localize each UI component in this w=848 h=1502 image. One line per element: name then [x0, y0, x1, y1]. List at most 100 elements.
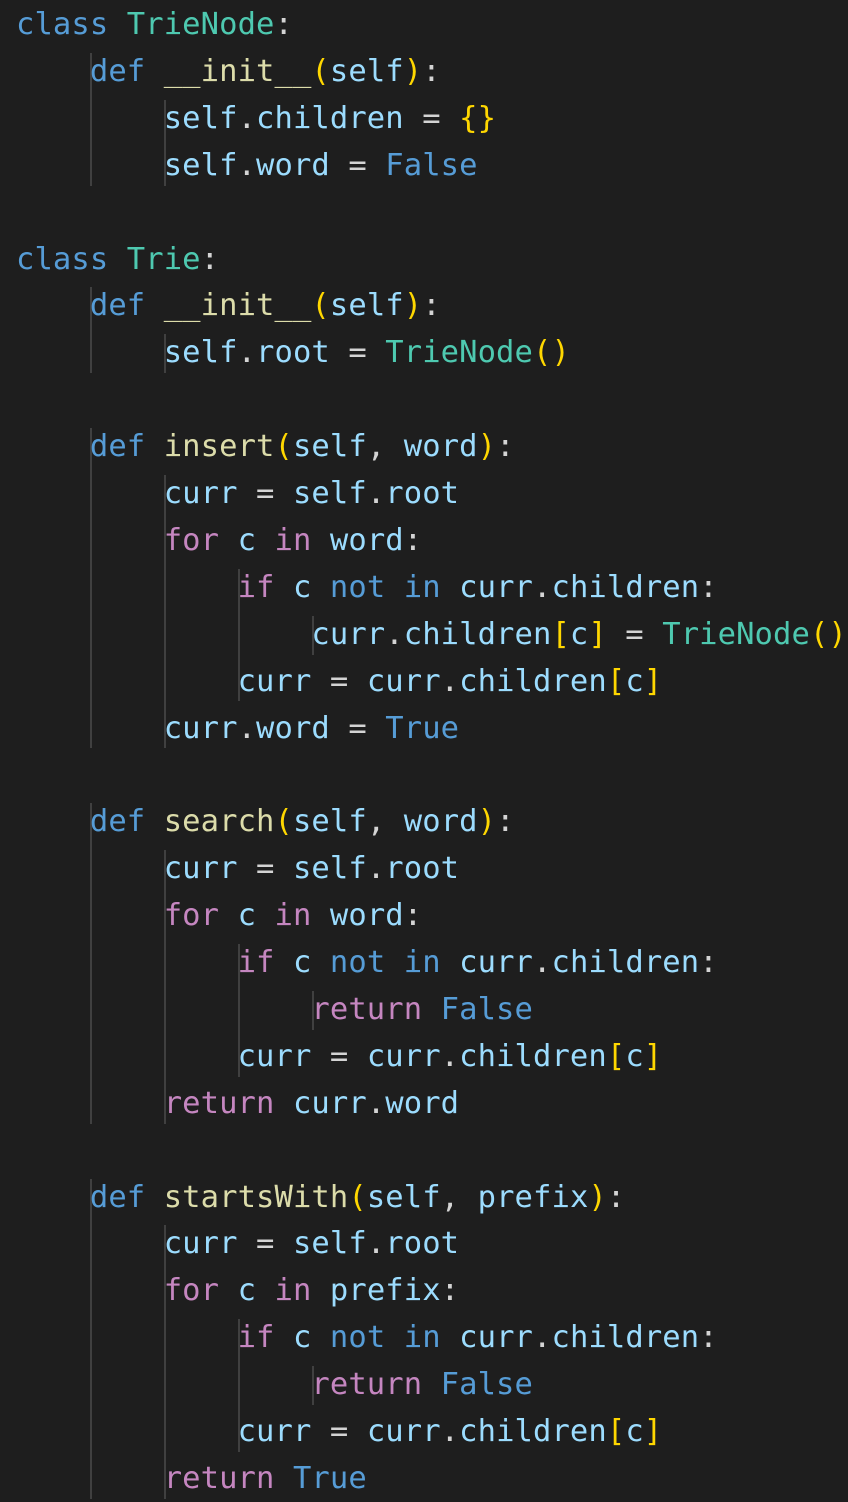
- code-token: not: [329, 569, 386, 605]
- code-line[interactable]: curr = curr.children[c]: [16, 659, 663, 705]
- code-line[interactable]: for c in word:: [16, 518, 422, 564]
- code-token: c: [237, 522, 257, 558]
- code-token: children: [551, 945, 700, 980]
- code-line[interactable]: return curr.word: [16, 1081, 459, 1127]
- code-token: :: [422, 53, 441, 89]
- code-token: =: [237, 1226, 293, 1262]
- code-token: (): [809, 616, 847, 652]
- code-line[interactable]: if c not in curr.children:: [16, 1315, 718, 1361]
- code-token: .: [237, 100, 257, 136]
- code-token: =: [329, 710, 386, 746]
- code-line[interactable]: curr.children[c] = TrieNode(): [16, 612, 847, 658]
- code-token: prefix: [329, 1273, 441, 1309]
- code-token: curr: [459, 1320, 534, 1356]
- code-line[interactable]: def __init__(self):: [16, 283, 441, 329]
- code-line[interactable]: curr = curr.children[c]: [16, 1034, 663, 1080]
- code-token: self: [292, 429, 367, 465]
- code-line[interactable]: curr = curr.children[c]: [16, 1409, 663, 1455]
- code-token: self: [292, 476, 367, 511]
- code-line[interactable]: return False: [16, 987, 533, 1033]
- code-line[interactable]: class TrieNode:: [16, 2, 293, 48]
- code-line[interactable]: return True: [16, 1456, 367, 1502]
- code-token: :: [699, 1320, 718, 1356]
- code-token: def: [89, 53, 146, 89]
- code-token: .: [533, 945, 552, 980]
- code-line[interactable]: self.children = {}: [16, 96, 496, 142]
- code-token: root: [256, 335, 330, 371]
- code-token: children: [403, 616, 552, 652]
- code-line[interactable]: self.word = False: [16, 143, 478, 189]
- code-token: word: [385, 1085, 460, 1121]
- code-line[interactable]: def startsWith(self, prefix):: [16, 1175, 625, 1221]
- code-token: curr: [237, 1414, 312, 1449]
- code-token: in: [403, 945, 441, 980]
- code-token: :: [200, 241, 220, 277]
- code-line[interactable]: for c in word:: [16, 893, 422, 939]
- code-token: return: [163, 1085, 275, 1121]
- code-token: =: [329, 147, 386, 183]
- code-token: .: [366, 1085, 386, 1121]
- code-token: def: [89, 1179, 146, 1215]
- code-token: self: [292, 851, 367, 887]
- code-token: __init__: [163, 53, 312, 89]
- code-token: c: [625, 1414, 644, 1449]
- code-token: return: [163, 1460, 275, 1496]
- code-token: .: [533, 569, 552, 605]
- code-token: curr: [366, 1414, 441, 1449]
- code-token: not: [329, 1320, 386, 1356]
- code-token: children: [256, 100, 404, 136]
- code-line[interactable]: self.root = TrieNode(): [16, 330, 570, 376]
- code-token: self: [366, 1179, 441, 1215]
- code-token: TrieNode: [662, 616, 810, 652]
- code-token: return: [311, 1367, 423, 1403]
- code-line[interactable]: def insert(self, word):: [16, 424, 515, 470]
- code-token: self: [163, 335, 238, 371]
- code-token: =: [403, 100, 460, 136]
- code-line[interactable]: if c not in curr.children:: [16, 940, 718, 986]
- code-token: class: [16, 7, 109, 42]
- code-token: children: [459, 663, 607, 699]
- code-token: [: [606, 663, 626, 699]
- code-token: .: [440, 1414, 460, 1449]
- code-line[interactable]: class Trie:: [16, 237, 219, 283]
- code-editor[interactable]: class TrieNode: def __init__(self): self…: [0, 0, 848, 1500]
- code-token: c: [625, 663, 644, 699]
- code-line[interactable]: curr.word = True: [16, 706, 459, 752]
- code-token: curr: [163, 710, 238, 746]
- code-token: (: [311, 288, 330, 324]
- code-line[interactable]: curr = self.root: [16, 1221, 459, 1267]
- code-token: in: [274, 898, 312, 934]
- code-token: self: [163, 147, 238, 183]
- code-line[interactable]: curr = self.root: [16, 846, 459, 892]
- code-token: ): [588, 1179, 607, 1215]
- code-line[interactable]: for c in prefix:: [16, 1268, 459, 1314]
- code-line[interactable]: return False: [16, 1362, 533, 1408]
- code-line[interactable]: curr = self.root: [16, 471, 459, 517]
- code-token: (: [274, 804, 293, 840]
- code-line[interactable]: if c not in curr.children:: [16, 565, 718, 611]
- code-line[interactable]: def __init__(self):: [16, 49, 441, 95]
- code-token: ]: [588, 616, 607, 652]
- code-line[interactable]: def search(self, word):: [16, 799, 515, 845]
- code-token: ]: [643, 1414, 663, 1449]
- code-token: :: [274, 7, 293, 42]
